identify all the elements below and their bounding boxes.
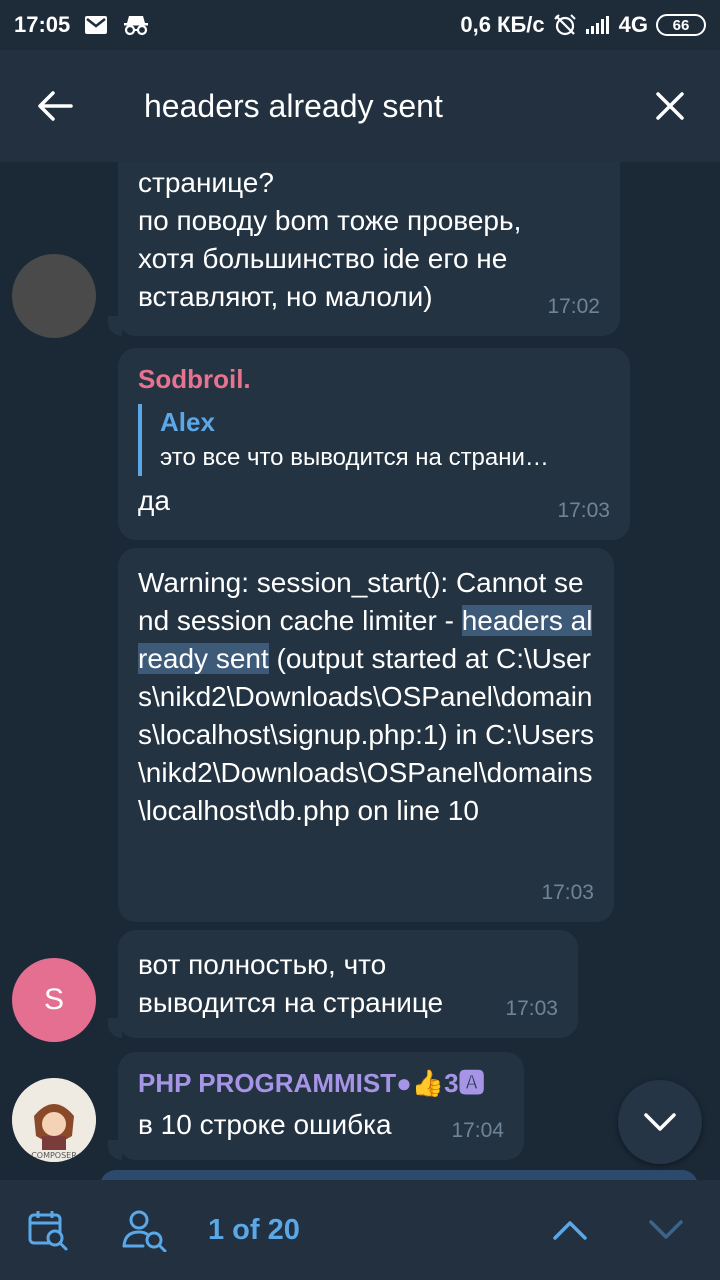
avatar[interactable]: COMPOSER [12, 1078, 96, 1162]
search-query-input[interactable]: headers already sent [110, 88, 620, 125]
message-time: 17:03 [557, 499, 610, 522]
chevron-down-icon [644, 1113, 676, 1131]
back-button[interactable] [0, 50, 110, 162]
sender-name-text: PHP PROGRAMMIST [138, 1068, 397, 1098]
bubble-tail [108, 1018, 122, 1038]
search-header: headers already sent [0, 50, 720, 162]
close-search-button[interactable] [620, 50, 720, 162]
svg-text:COMPOSER: COMPOSER [31, 1151, 77, 1160]
message-bubble[interactable]: Sodbroil. Alex это все что выводится на … [118, 348, 630, 540]
status-bar: 17:05 0,6 КБ/с 4G 66 [0, 0, 720, 50]
message-text: Warning: session_start(): Cannot send se… [138, 564, 596, 830]
sender-name[interactable]: Sodbroil. [138, 362, 610, 396]
calendar-search-icon [28, 1211, 68, 1251]
message-line: странице? [138, 167, 274, 198]
close-icon [656, 92, 684, 120]
message-time: 17:04 [451, 1119, 504, 1142]
next-result-button[interactable] [618, 1180, 714, 1280]
reply-author: Alex [160, 407, 215, 437]
message-time: 17:03 [505, 997, 558, 1020]
user-search-icon [122, 1210, 167, 1252]
message-bubble[interactable]: вот полностью, что выводится на странице… [118, 930, 578, 1038]
battery-level: 66 [672, 16, 690, 34]
message-bubble-partial[interactable] [100, 1170, 698, 1180]
message-text: в 10 строке ошибка [138, 1109, 392, 1140]
message-bubble[interactable]: PHP PROGRAMMIST●👍3🅰 в 10 строке ошибка 1… [118, 1052, 524, 1160]
alarm-off-icon [553, 13, 577, 37]
message-time: 17:03 [541, 881, 594, 904]
bubble-tail [108, 316, 122, 336]
avatar[interactable]: S [12, 958, 96, 1042]
signal-icon [585, 15, 611, 35]
mail-icon [84, 15, 108, 35]
sender-badges: ●👍3🅰 [396, 1068, 485, 1098]
reply-snippet: это все что выводится на страни… [160, 444, 549, 471]
chat-message-list[interactable]: странице? по поводу bom тоже проверь, хо… [0, 162, 720, 1180]
message-line: по поводу bom тоже проверь, [138, 205, 522, 236]
scroll-down-button[interactable] [618, 1080, 702, 1164]
message-line: хотя большинство ide его не [138, 243, 508, 274]
network-type: 4G [618, 12, 648, 37]
search-result-counter: 1 of 20 [208, 1213, 300, 1246]
sender-name[interactable]: PHP PROGRAMMIST●👍3🅰 [138, 1066, 504, 1100]
previous-result-button[interactable] [522, 1180, 618, 1280]
message-time: 17:02 [547, 295, 600, 318]
message-bubble[interactable]: странице? по поводу bom тоже проверь, хо… [118, 162, 620, 336]
reply-quote[interactable]: Alex это все что выводится на страни… [138, 404, 610, 476]
message-bubble[interactable]: Warning: session_start(): Cannot send se… [118, 548, 614, 922]
arrow-left-icon [38, 91, 73, 121]
chevron-up-icon [553, 1221, 587, 1240]
avatar-letter: S [43, 983, 64, 1016]
search-by-date-button[interactable] [0, 1180, 96, 1280]
incognito-icon [122, 14, 150, 36]
avatar-image-icon: COMPOSER [12, 1078, 96, 1162]
battery-icon: 66 [656, 14, 706, 36]
bubble-tail [108, 1140, 122, 1160]
message-line: выводится на странице [138, 987, 444, 1018]
avatar[interactable] [12, 254, 96, 338]
message-text: да [138, 485, 170, 516]
search-navigation-bar: 1 of 20 [0, 1180, 720, 1280]
chevron-down-icon [649, 1220, 683, 1239]
message-line: вставляют, но малоли) [138, 281, 433, 312]
status-time: 17:05 [14, 12, 71, 37]
search-by-user-button[interactable] [96, 1180, 194, 1280]
message-line: вот полностью, что [138, 949, 387, 980]
telegram-chat-search-screen: 17:05 0,6 КБ/с 4G 66 headers already sen… [0, 0, 720, 1280]
network-speed: 0,6 КБ/с [460, 12, 545, 37]
